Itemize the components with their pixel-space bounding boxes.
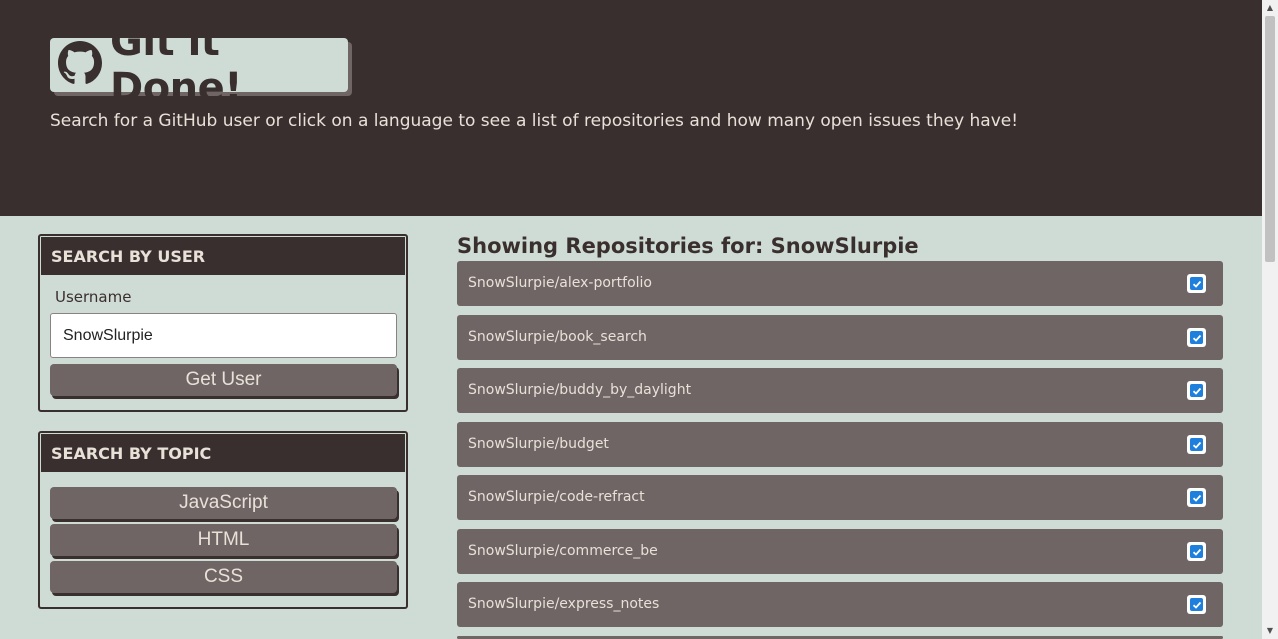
logo: Git it Done! xyxy=(50,19,348,111)
vertical-scrollbar[interactable]: ▲ ▼ xyxy=(1262,0,1278,639)
repo-name: SnowSlurpie/express_notes xyxy=(468,596,660,612)
repo-name: SnowSlurpie/alex-portfolio xyxy=(468,275,652,291)
repo-item[interactable]: SnowSlurpie/express_notes xyxy=(457,582,1223,627)
checkmark-icon xyxy=(1187,381,1206,400)
checkmark-icon xyxy=(1187,595,1206,614)
github-icon xyxy=(58,41,102,89)
app-title: Git it Done! xyxy=(110,19,243,111)
user-search-heading: SEARCH BY USER xyxy=(41,237,405,275)
repo-item[interactable]: SnowSlurpie/commerce_be xyxy=(457,529,1223,574)
repo-item[interactable]: SnowSlurpie/alex-portfolio xyxy=(457,261,1223,306)
checkmark-icon xyxy=(1187,435,1206,454)
topic-css-button[interactable]: CSS xyxy=(50,561,397,593)
repo-name: SnowSlurpie/budget xyxy=(468,436,609,452)
repo-name: SnowSlurpie/buddy_by_daylight xyxy=(468,382,692,398)
repo-name: SnowSlurpie/commerce_be xyxy=(468,543,658,559)
username-label: Username xyxy=(55,288,132,306)
username-input[interactable]: SnowSlurpie xyxy=(50,313,397,358)
repo-item[interactable]: SnowSlurpie/code-refract xyxy=(457,475,1223,520)
checkmark-icon xyxy=(1187,542,1206,561)
topic-html-button[interactable]: HTML xyxy=(50,524,397,556)
topic-javascript-button[interactable]: JavaScript xyxy=(50,487,397,519)
scroll-down-icon[interactable]: ▼ xyxy=(1262,623,1278,639)
repo-item[interactable]: SnowSlurpie/buddy_by_daylight xyxy=(457,368,1223,413)
scroll-thumb[interactable] xyxy=(1265,16,1275,262)
repo-item[interactable]: SnowSlurpie/budget xyxy=(457,422,1223,467)
repo-name: SnowSlurpie/code-refract xyxy=(468,489,645,505)
page-header: Git it Done! Search for a GitHub user or… xyxy=(0,0,1262,216)
checkmark-icon xyxy=(1187,274,1206,293)
user-search-panel: SEARCH BY USER Username SnowSlurpie Get … xyxy=(38,234,408,412)
page-subtitle: Search for a GitHub user or click on a l… xyxy=(50,111,1019,131)
repo-item[interactable]: SnowSlurpie/book_search xyxy=(457,315,1223,360)
repos-title: Showing Repositories for: SnowSlurpie xyxy=(457,234,919,258)
checkmark-icon xyxy=(1187,328,1206,347)
get-user-button[interactable]: Get User xyxy=(50,364,397,396)
scroll-up-icon[interactable]: ▲ xyxy=(1262,0,1278,16)
checkmark-icon xyxy=(1187,488,1206,507)
repo-name: SnowSlurpie/book_search xyxy=(468,329,647,345)
topic-search-panel: SEARCH BY TOPIC JavaScript HTML CSS xyxy=(38,431,408,609)
topic-search-heading: SEARCH BY TOPIC xyxy=(41,434,405,472)
